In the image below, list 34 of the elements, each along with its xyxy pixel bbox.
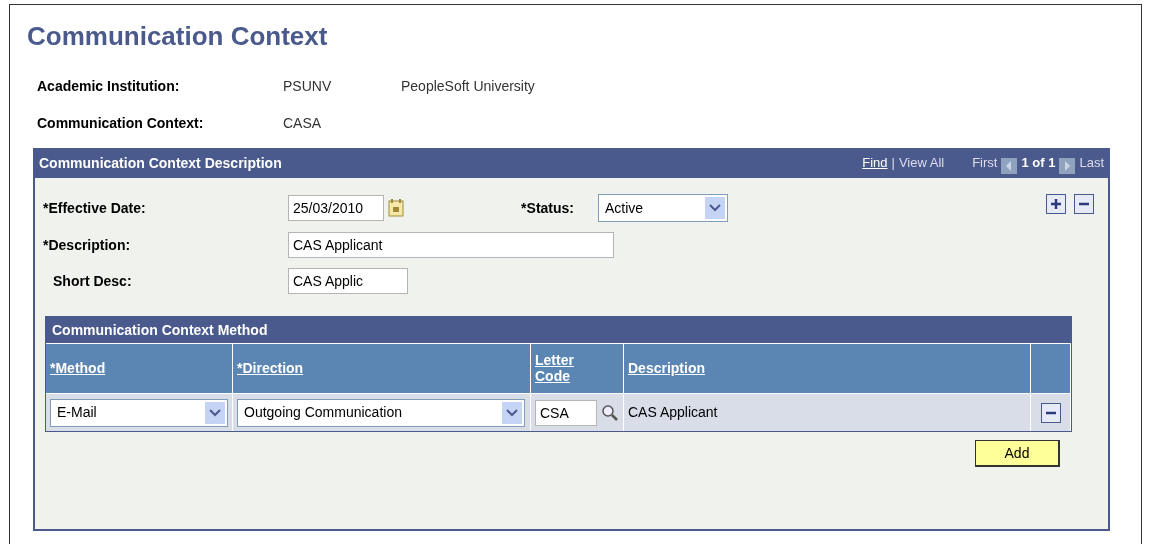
last-link[interactable]: Last <box>1079 153 1104 173</box>
next-icon[interactable] <box>1059 155 1076 172</box>
field-label: Short Desc: <box>52 271 133 291</box>
calendar-icon[interactable] <box>388 199 404 218</box>
date-field[interactable]: 25/03/2010 <box>288 195 384 222</box>
text-field[interactable]: CAS Applicant <box>288 232 614 259</box>
field-label: *Description: <box>43 235 132 255</box>
page-title: Communication Context <box>27 21 329 53</box>
text-field[interactable]: CAS Applic <box>288 268 408 295</box>
column-header[interactable]: *Direction <box>237 361 304 377</box>
page-count: 1 of 1 <box>1021 154 1056 173</box>
table-cell-text: CAS Applicant <box>628 403 718 423</box>
grid-title: Communication Context Method <box>46 317 1071 344</box>
field-label: Communication Context: <box>37 114 205 134</box>
field-value: CASA <box>283 114 323 134</box>
code-field[interactable]: CSA <box>535 399 597 426</box>
column-header[interactable]: Description <box>628 361 705 377</box>
dropdown[interactable]: Active <box>598 194 728 223</box>
previous-icon[interactable] <box>1001 155 1018 172</box>
find-link[interactable]: Find <box>862 153 888 173</box>
panel-title: Communication Context Description <box>39 153 282 173</box>
field-value: PeopleSoft University <box>401 77 535 97</box>
field-label: *Status: <box>520 198 575 218</box>
dropdown[interactable]: Outgoing Communication <box>237 398 525 427</box>
field-label: Academic Institution: <box>37 77 181 97</box>
dropdown[interactable]: E-Mail <box>50 398 228 427</box>
field-label: *Effective Date: <box>43 198 147 218</box>
view-all-link[interactable]: View All <box>898 153 945 173</box>
separator: | <box>891 154 895 173</box>
column-header[interactable]: *Method <box>50 361 106 377</box>
field-value: PSUNV <box>283 77 333 97</box>
first-link[interactable]: First <box>972 153 998 173</box>
search-icon[interactable] <box>601 403 619 422</box>
add-button[interactable]: Add <box>975 440 1060 468</box>
